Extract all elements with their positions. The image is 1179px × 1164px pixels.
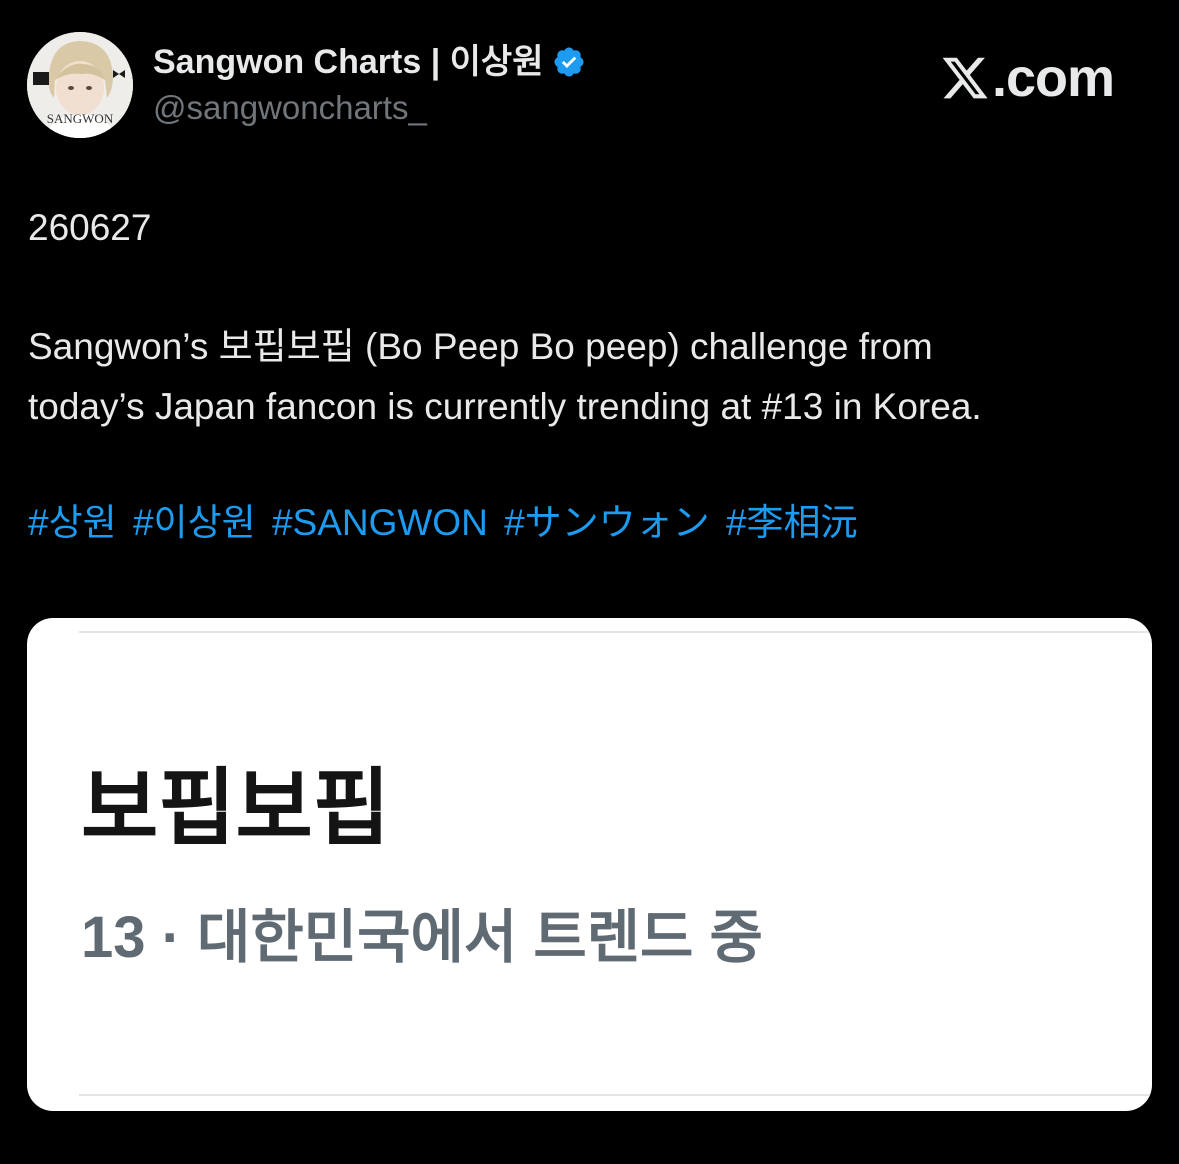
hashtag-link[interactable]: #サンウォン (504, 502, 710, 543)
profile-photo-icon: SANGWON (27, 32, 133, 138)
tweet-body-line-2: today’s Japan fancon is currently trendi… (28, 386, 982, 427)
trend-rank-text: 13 · 대한민국에서 트렌드 중 (81, 905, 763, 970)
site-logo[interactable]: .com (940, 48, 1115, 108)
hashtag-link[interactable]: #이상원 (133, 502, 256, 543)
trend-term: 보핍보핍 (81, 761, 391, 855)
svg-text:SANGWON: SANGWON (47, 111, 114, 126)
author-avatar[interactable]: SANGWON (27, 32, 133, 138)
divider (79, 631, 1152, 633)
attached-screenshot[interactable]: 보핍보핍 13 · 대한민국에서 트렌드 중 (27, 618, 1152, 1111)
tweet-body-line-1: Sangwon’s 보핍보핍 (Bo Peep Bo peep) challen… (28, 326, 933, 367)
x-logo-icon (942, 57, 988, 99)
display-name-text: Sangwon Charts | 이상원 (153, 43, 544, 81)
divider (79, 1094, 1152, 1096)
author-display-name[interactable]: Sangwon Charts | 이상원 (153, 42, 586, 82)
hashtag-link[interactable]: #SANGWON (272, 502, 488, 543)
hashtag-link[interactable]: #李相沅 (726, 502, 858, 543)
hashtag-link[interactable]: #상원 (28, 502, 117, 543)
hashtag-list: #상원 #이상원 #SANGWON #サンウォン #李相沅 (28, 493, 864, 553)
verified-badge-icon (553, 47, 584, 77)
author-handle[interactable]: @sangwoncharts_ (153, 88, 427, 128)
tweet-date-text: 260627 (28, 207, 152, 248)
site-domain: .com (992, 48, 1115, 108)
